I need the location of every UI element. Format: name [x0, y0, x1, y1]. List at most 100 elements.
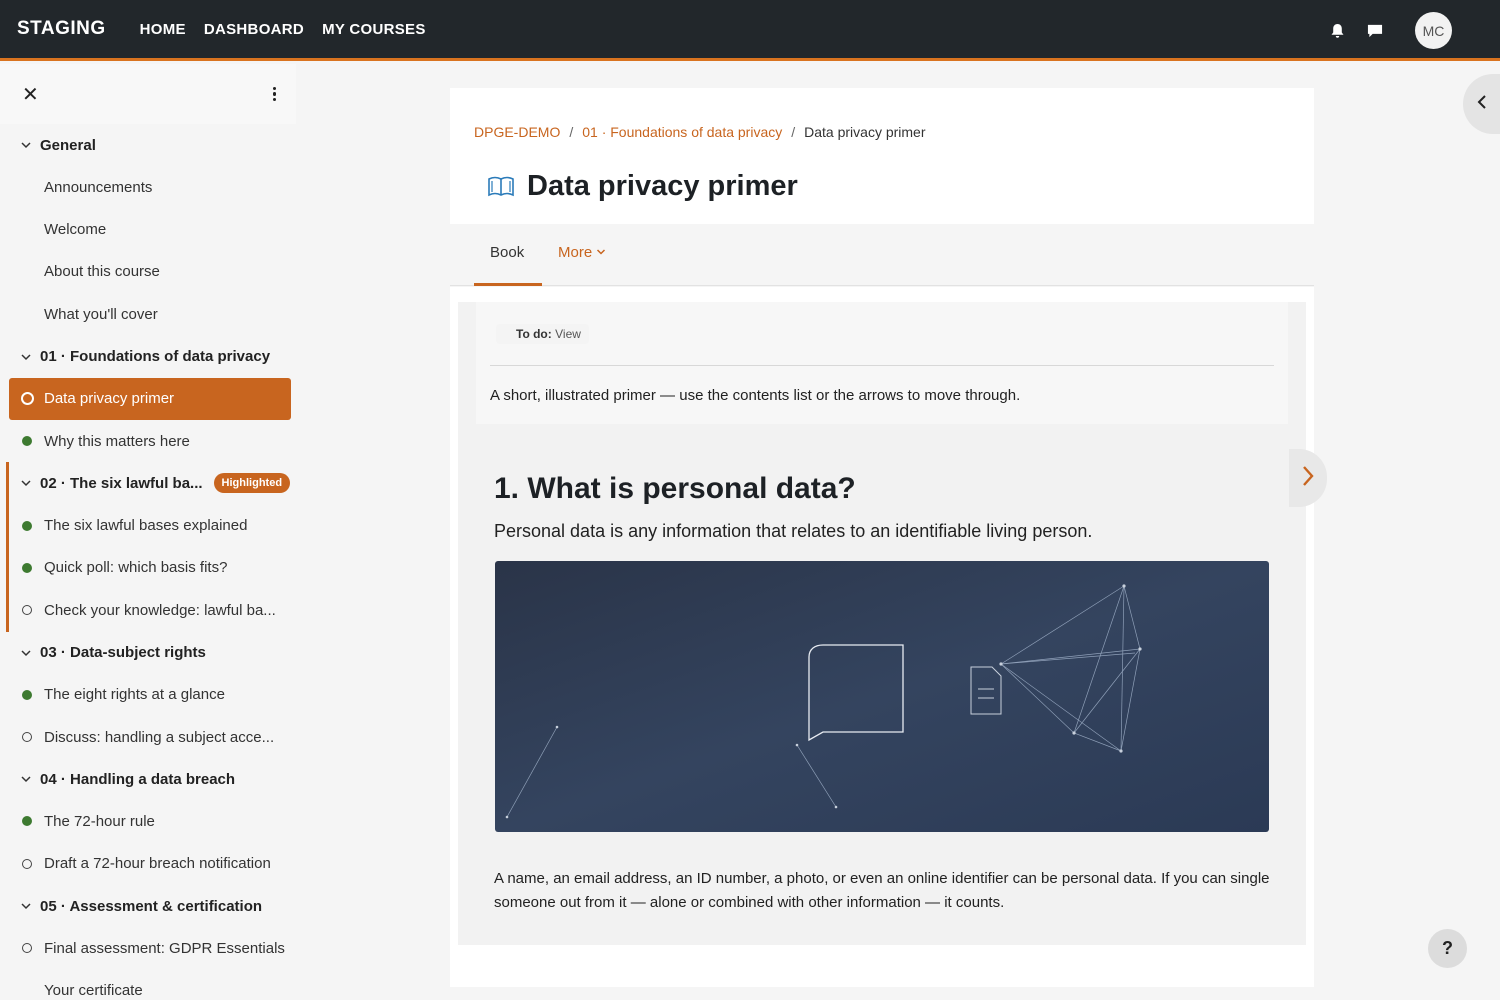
next-chapter-button[interactable] — [1289, 449, 1327, 507]
activity-label: Draft a 72-hour breach notification — [44, 855, 271, 873]
activity-link[interactable]: What you'll cover — [0, 293, 296, 335]
section-title: 02 · The six lawful ba... — [40, 474, 203, 492]
breadcrumb: DPGE-DEMO / 01 · Foundations of data pri… — [474, 124, 926, 140]
tab-more[interactable]: More — [558, 244, 606, 261]
breadcrumb-separator: / — [791, 124, 796, 140]
chapter-illustration — [495, 561, 1269, 832]
activity-link-current[interactable]: Data privacy primer — [9, 377, 291, 420]
section-05: 05 · Assessment & certification Final as… — [0, 885, 296, 1000]
activity-label: Announcements — [44, 178, 153, 196]
completion-todo-icon — [22, 732, 32, 743]
activity-link[interactable]: Welcome — [0, 208, 296, 250]
chapter-title: 1. What is personal data? — [494, 472, 856, 505]
section-02: 02 · The six lawful ba... Highlighted Th… — [0, 462, 296, 633]
activity-label: The eight rights at a glance — [44, 686, 225, 704]
nav-link-my-courses[interactable]: MY COURSES — [322, 21, 426, 38]
chevron-down-icon — [596, 244, 606, 261]
title-row: Data privacy primer — [487, 170, 798, 203]
main-content: To do: View A short, illustrated primer … — [450, 287, 1314, 987]
highlighted-badge: Highlighted — [213, 473, 291, 494]
section-toggle[interactable]: General — [0, 124, 296, 166]
activity-link[interactable]: The six lawful bases explained — [0, 504, 296, 546]
chevron-down-icon — [20, 477, 32, 489]
section-toggle[interactable]: 05 · Assessment & certification — [0, 885, 296, 927]
activity-link[interactable]: Discuss: handling a subject acce... — [0, 716, 296, 758]
activity-label: Quick poll: which basis fits? — [44, 559, 228, 577]
site-brand[interactable]: STAGING — [17, 18, 106, 40]
completion-done-icon — [22, 816, 32, 827]
completion-todo-icon — [22, 858, 32, 869]
breadcrumb-course-link[interactable]: DPGE-DEMO — [474, 124, 560, 140]
activity-label: About this course — [44, 263, 160, 281]
messages-icon[interactable] — [1367, 23, 1383, 39]
chapter-subtitle: Personal data is any information that re… — [494, 521, 1093, 541]
activity-link[interactable]: Why this matters here — [0, 420, 296, 462]
activity-link[interactable]: Draft a 72-hour breach notification — [0, 843, 296, 885]
close-drawer-icon[interactable]: ✕ — [22, 82, 39, 107]
completion-done-icon — [22, 436, 32, 447]
user-avatar[interactable]: MC — [1415, 12, 1452, 49]
section-title: General — [40, 136, 96, 154]
activity-link[interactable]: The 72-hour rule — [0, 800, 296, 842]
page-title: Data privacy primer — [527, 170, 798, 202]
primary-navigation: HOME DASHBOARD MY COURSES — [140, 21, 426, 38]
drawer-header: ✕ — [0, 64, 296, 124]
section-title: 04 · Handling a data breach — [40, 770, 236, 788]
section-general: General Announcements Welcome About this… — [0, 124, 296, 336]
activity-link[interactable]: Final assessment: GDPR Essentials — [0, 927, 296, 969]
activity-label: The six lawful bases explained — [44, 517, 248, 535]
todo-value: View — [555, 327, 581, 341]
divider — [490, 365, 1274, 366]
activity-link[interactable]: Quick poll: which basis fits? — [0, 547, 296, 589]
course-index-drawer: ✕ General Announcements Welcome About th… — [0, 64, 296, 1000]
breadcrumb-separator: / — [569, 124, 574, 140]
navbar-user-area: MC — [1329, 0, 1452, 61]
activity-intro: A short, illustrated primer — use the co… — [490, 387, 1021, 404]
activity-label: Discuss: handling a subject acce... — [44, 728, 275, 746]
activity-label: Your certificate — [44, 982, 143, 1000]
section-title: 03 · Data-subject rights — [40, 644, 206, 662]
tab-book[interactable]: Book — [490, 244, 524, 261]
activity-label: Check your knowledge: lawful ba... — [44, 601, 276, 619]
section-toggle[interactable]: 01 · Foundations of data privacy — [0, 336, 296, 378]
secondary-navigation: Book More — [450, 224, 1314, 286]
bell-icon[interactable] — [1329, 23, 1345, 39]
nav-link-home[interactable]: HOME — [140, 21, 186, 38]
completion-done-icon — [22, 562, 32, 573]
completion-done-icon — [22, 520, 32, 531]
top-navbar: STAGING HOME DASHBOARD MY COURSES MC — [0, 0, 1500, 61]
active-tab-indicator — [474, 283, 542, 286]
section-03: 03 · Data-subject rights The eight right… — [0, 632, 296, 759]
book-content-area: To do: View A short, illustrated primer … — [458, 302, 1306, 945]
book-icon — [487, 175, 515, 199]
section-toggle[interactable]: 02 · The six lawful ba... Highlighted — [0, 462, 296, 504]
help-button[interactable]: ? — [1428, 929, 1467, 968]
completion-requirement: To do: View — [496, 324, 589, 344]
activity-link[interactable]: Check your knowledge: lawful ba... — [0, 589, 296, 631]
activity-link[interactable]: The eight rights at a glance — [0, 674, 296, 716]
activity-label: Final assessment: GDPR Essentials — [44, 939, 285, 957]
section-toggle[interactable]: 03 · Data-subject rights — [0, 632, 296, 674]
chapter-body: A name, an email address, an ID number, … — [494, 870, 1270, 911]
open-block-drawer-button[interactable] — [1463, 74, 1500, 134]
completion-todo-icon — [22, 605, 32, 616]
activity-link[interactable]: Announcements — [0, 166, 296, 208]
section-01: 01 · Foundations of data privacy Data pr… — [0, 336, 296, 463]
activity-label: Data privacy primer — [44, 390, 175, 408]
activity-label: The 72-hour rule — [44, 812, 155, 830]
activity-link[interactable]: About this course — [0, 251, 296, 293]
breadcrumb-section-link[interactable]: 01 · Foundations of data privacy — [582, 124, 782, 140]
more-options-icon[interactable] — [272, 86, 276, 102]
todo-label: To do: — [516, 327, 552, 341]
breadcrumb-current: Data privacy primer — [804, 124, 926, 140]
activity-link[interactable]: Your certificate — [0, 969, 296, 1000]
activity-label: Welcome — [44, 221, 107, 239]
completion-done-icon — [22, 689, 32, 700]
section-toggle[interactable]: 04 · Handling a data breach — [0, 758, 296, 800]
completion-status-icon — [21, 392, 34, 406]
chevron-down-icon — [20, 773, 32, 785]
chevron-down-icon — [20, 351, 32, 363]
course-index: General Announcements Welcome About this… — [0, 124, 296, 1000]
activity-label: Why this matters here — [44, 432, 190, 450]
nav-link-dashboard[interactable]: DASHBOARD — [204, 21, 304, 38]
